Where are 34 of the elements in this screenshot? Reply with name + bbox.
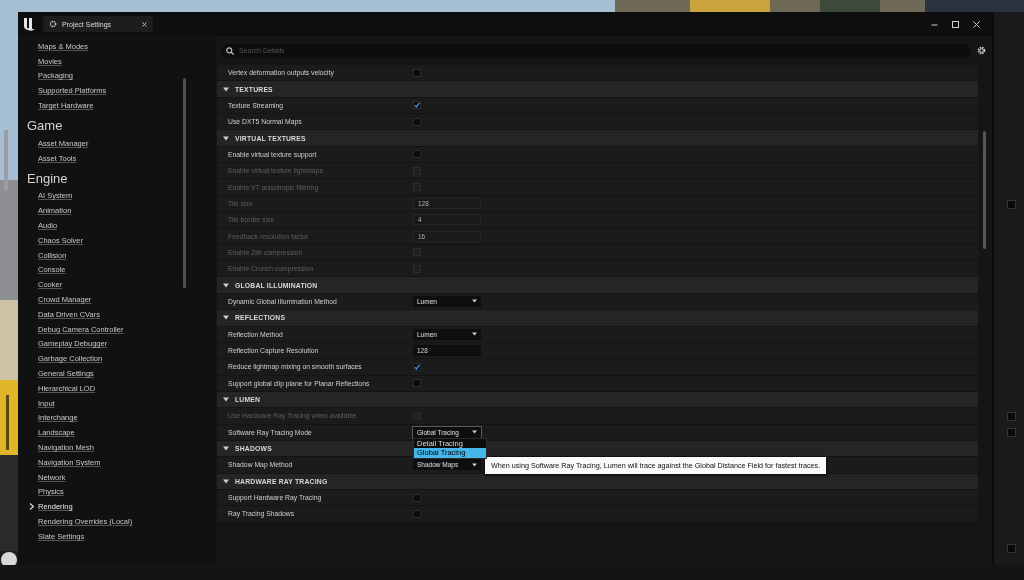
- maximize-icon[interactable]: [952, 20, 959, 28]
- section-heading: Game: [27, 117, 64, 135]
- caret-icon[interactable]: [223, 86, 229, 92]
- square-icon: [1007, 428, 1016, 437]
- caret-icon: [472, 299, 477, 304]
- square-icon: [1007, 544, 1016, 553]
- caret-icon[interactable]: [223, 315, 229, 321]
- checkbox[interactable]: [413, 362, 421, 371]
- settings-icon[interactable]: [977, 46, 986, 55]
- caret-icon[interactable]: [223, 135, 229, 141]
- caret-icon[interactable]: [223, 282, 229, 288]
- logo-icon: [23, 17, 36, 31]
- checkbox[interactable]: [413, 150, 421, 159]
- square-icon: [1007, 200, 1016, 209]
- checkbox[interactable]: [413, 379, 421, 388]
- close-icon[interactable]: [142, 21, 147, 27]
- caret-icon[interactable]: [223, 478, 229, 484]
- chevron-icon: [29, 503, 34, 511]
- scrollbar-thumb[interactable]: [983, 131, 986, 249]
- square-icon: [1007, 412, 1016, 421]
- section-heading: Engine: [27, 169, 69, 188]
- checkbox[interactable]: [413, 509, 421, 518]
- caret-icon[interactable]: [223, 397, 229, 403]
- checkbox[interactable]: [413, 117, 421, 126]
- settings-icon: [49, 20, 57, 28]
- search-icon: [226, 46, 234, 55]
- checkbox[interactable]: [413, 101, 421, 110]
- caret-icon: [472, 430, 477, 435]
- caret-icon[interactable]: [223, 446, 229, 452]
- checkbox[interactable]: [413, 493, 421, 502]
- caret-icon: [472, 332, 477, 337]
- close-icon[interactable]: [973, 20, 980, 28]
- caret-icon: [472, 462, 477, 467]
- checkbox[interactable]: [413, 68, 421, 77]
